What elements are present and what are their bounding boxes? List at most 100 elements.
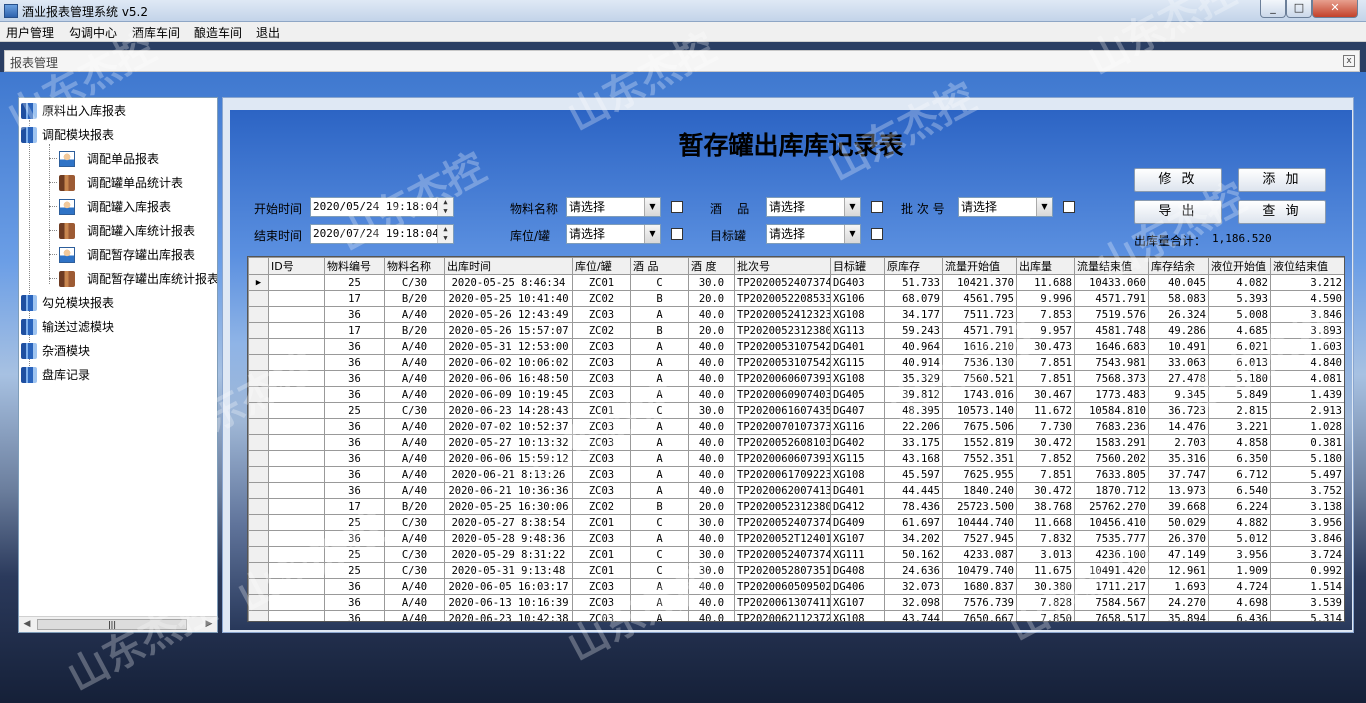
grid-column-header[interactable]: ID号 xyxy=(268,257,325,275)
row-selector[interactable] xyxy=(248,434,269,451)
wine-product-select[interactable]: 请选择 ▼ xyxy=(766,197,861,217)
batch-number-select[interactable]: 请选择 ▼ xyxy=(958,197,1053,217)
minimize-button[interactable]: _ xyxy=(1260,0,1286,18)
maximize-button[interactable]: □ xyxy=(1286,0,1312,18)
table-row[interactable]: 25 C/30 2020-06-23 14:28:43 ZC01 C 30.0 TP2020… xyxy=(248,402,1344,419)
edit-button[interactable]: 修 改 xyxy=(1134,168,1222,192)
query-button[interactable]: 查 询 xyxy=(1238,200,1326,224)
grid-column-header[interactable]: 库位/罐 xyxy=(572,257,631,275)
close-button[interactable]: ✕ xyxy=(1312,0,1358,18)
wine-product-checkbox[interactable] xyxy=(871,201,883,213)
grid-column-header[interactable]: 物料名称 xyxy=(384,257,445,275)
location-tank-select[interactable]: 请选择 ▼ xyxy=(566,224,661,244)
table-row[interactable]: 36 A/40 2020-06-13 10:16:39 ZC03 A 40.0 TP2020… xyxy=(248,594,1344,611)
table-row[interactable]: 17 B/20 2020-05-25 16:30:06 ZC02 B 20.0 TP2020… xyxy=(248,498,1344,515)
add-button[interactable]: 添 加 xyxy=(1238,168,1326,192)
row-selector[interactable] xyxy=(248,546,269,563)
table-row[interactable]: 36 A/40 2020-05-26 12:43:49 ZC03 A 40.0 TP2020… xyxy=(248,306,1344,323)
row-selector[interactable] xyxy=(248,562,269,579)
row-selector[interactable] xyxy=(248,338,269,355)
table-row[interactable]: 36 A/40 2020-06-09 10:19:45 ZC03 A 40.0 TP2020… xyxy=(248,386,1344,403)
row-selector[interactable] xyxy=(248,306,269,323)
chevron-down-icon[interactable]: ▼ xyxy=(644,225,660,243)
table-row[interactable]: 36 A/40 2020-05-27 10:13:32 ZC03 A 40.0 TP2020… xyxy=(248,434,1344,451)
spin-icon[interactable]: ▲ ▼ xyxy=(437,225,453,243)
grid-column-header[interactable] xyxy=(248,257,269,275)
scroll-right-icon[interactable]: ▶ xyxy=(201,617,217,632)
grid-column-header[interactable]: 物料编号 xyxy=(324,257,385,275)
grid-column-header[interactable]: 出库时间 xyxy=(444,257,573,275)
grid-column-header[interactable]: 液位结束值 xyxy=(1270,257,1344,275)
grid-column-header[interactable]: 库存结余 xyxy=(1148,257,1209,275)
grid-column-header[interactable]: 液位开始值 xyxy=(1208,257,1271,275)
row-selector[interactable] xyxy=(248,514,269,531)
scroll-left-icon[interactable]: ◀ xyxy=(19,617,35,632)
table-row[interactable]: 25 C/30 2020-05-27 8:38:54 ZC01 C 30.0 TP20200… xyxy=(248,514,1344,531)
row-selector[interactable] xyxy=(248,578,269,595)
table-row[interactable]: 36 A/40 2020-05-31 12:53:00 ZC03 A 40.0 TP2020… xyxy=(248,338,1344,355)
table-cell: 40.0 xyxy=(688,578,735,595)
chevron-down-icon[interactable]: ▼ xyxy=(1036,198,1052,216)
grid-column-header[interactable]: 流量结束值 xyxy=(1074,257,1149,275)
location-tank-checkbox[interactable] xyxy=(671,228,683,240)
table-cell xyxy=(268,322,325,339)
table-row[interactable]: 36 A/40 2020-06-21 8:13:26 ZC03 A 40.0 TP20200… xyxy=(248,466,1344,483)
spin-icon[interactable]: ▲ ▼ xyxy=(437,198,453,216)
grid-column-header[interactable]: 原库存 xyxy=(884,257,943,275)
table-row[interactable]: 36 A/40 2020-06-02 10:06:02 ZC03 A 40.0 TP2020… xyxy=(248,354,1344,371)
row-selector[interactable] xyxy=(248,322,269,339)
menu-wine-storage-workshop[interactable]: 酒库车间 xyxy=(132,24,180,41)
row-selector[interactable] xyxy=(248,498,269,515)
table-row[interactable]: 36 A/40 2020-07-02 10:52:37 ZC03 A 40.0 TP2020… xyxy=(248,418,1344,435)
child-close-icon[interactable]: x xyxy=(1343,55,1355,67)
row-selector[interactable] xyxy=(248,418,269,435)
row-selector[interactable] xyxy=(248,466,269,483)
outbound-records-grid[interactable]: ID号 物料编号 物料名称 出库时间 库位/罐酒 品酒 度批次号 目标罐 原库存 流量开始值出… xyxy=(247,256,1345,622)
row-selector[interactable] xyxy=(248,482,269,499)
chevron-down-icon[interactable]: ▼ xyxy=(644,198,660,216)
material-name-select[interactable]: 请选择 ▼ xyxy=(566,197,661,217)
row-selector[interactable] xyxy=(248,354,269,371)
grid-column-header[interactable]: 流量开始值 xyxy=(942,257,1017,275)
table-row[interactable]: 36 A/40 2020-06-06 15:59:12 ZC03 A 40.0 TP2020… xyxy=(248,450,1344,467)
row-selector[interactable]: ▶ xyxy=(248,274,269,291)
end-time-picker[interactable]: 2020/07/24 19:18:04 ▲ ▼ xyxy=(310,224,454,244)
scroll-thumb[interactable]: ||| xyxy=(37,619,187,630)
material-name-checkbox[interactable] xyxy=(671,201,683,213)
row-selector[interactable] xyxy=(248,386,269,403)
table-row[interactable]: 17 B/20 2020-05-26 15:57:07 ZC02 B 20.0 TP2020… xyxy=(248,322,1344,339)
grid-column-header[interactable]: 酒 度 xyxy=(688,257,735,275)
table-row[interactable]: 36 A/40 2020-06-23 10:42:38 ZC03 A 40.0 TP2020… xyxy=(248,610,1344,621)
menu-brewing-workshop[interactable]: 酿造车间 xyxy=(194,24,242,41)
target-tank-select[interactable]: 请选择 ▼ xyxy=(766,224,861,244)
table-row[interactable]: 36 A/40 2020-06-05 16:03:17 ZC03 A 40.0 TP2020… xyxy=(248,578,1344,595)
start-time-picker[interactable]: 2020/05/24 19:18:04 ▲ ▼ xyxy=(310,197,454,217)
row-selector[interactable] xyxy=(248,594,269,611)
chevron-down-icon[interactable]: ▼ xyxy=(844,198,860,216)
row-selector[interactable] xyxy=(248,530,269,547)
row-selector[interactable] xyxy=(248,610,269,621)
batch-number-checkbox[interactable] xyxy=(1063,201,1075,213)
table-row[interactable]: 25 C/30 2020-05-31 9:13:48 ZC01 C 30.0 TP20200… xyxy=(248,562,1344,579)
menu-exit[interactable]: 退出 xyxy=(256,24,280,41)
menu-user-management[interactable]: 用户管理 xyxy=(6,24,54,41)
grid-column-header[interactable]: 目标罐 xyxy=(830,257,885,275)
export-button[interactable]: 导 出 xyxy=(1134,200,1222,224)
grid-column-header[interactable]: 酒 品 xyxy=(630,257,689,275)
table-row[interactable]: 25 C/30 2020-05-29 8:31:22 ZC01 C 30.0 TP20200… xyxy=(248,546,1344,563)
grid-column-header[interactable]: 批次号 xyxy=(734,257,831,275)
row-selector[interactable] xyxy=(248,290,269,307)
row-selector[interactable] xyxy=(248,370,269,387)
target-tank-checkbox[interactable] xyxy=(871,228,883,240)
table-row[interactable]: 36 A/40 2020-06-21 10:36:36 ZC03 A 40.0 TP2020… xyxy=(248,482,1344,499)
row-selector[interactable] xyxy=(248,450,269,467)
table-row[interactable]: 36 A/40 2020-06-06 16:48:50 ZC03 A 40.0 TP2020… xyxy=(248,370,1344,387)
table-row[interactable]: ▶ 25 C/30 2020-05-25 8:46:34 ZC01 C 30.0 TP2020… xyxy=(248,274,1344,291)
tree-horizontal-scrollbar[interactable]: ◀ ||| ▶ xyxy=(19,616,217,632)
chevron-down-icon[interactable]: ▼ xyxy=(844,225,860,243)
grid-column-header[interactable]: 出库量 xyxy=(1016,257,1075,275)
menu-blending-center[interactable]: 勾调中心 xyxy=(69,24,117,41)
row-selector[interactable] xyxy=(248,402,269,419)
table-row[interactable]: 36 A/40 2020-05-28 9:48:36 ZC03 A 40.0 TP20200… xyxy=(248,530,1344,547)
table-row[interactable]: 17 B/20 2020-05-25 10:41:40 ZC02 B 20.0 TP2020… xyxy=(248,290,1344,307)
